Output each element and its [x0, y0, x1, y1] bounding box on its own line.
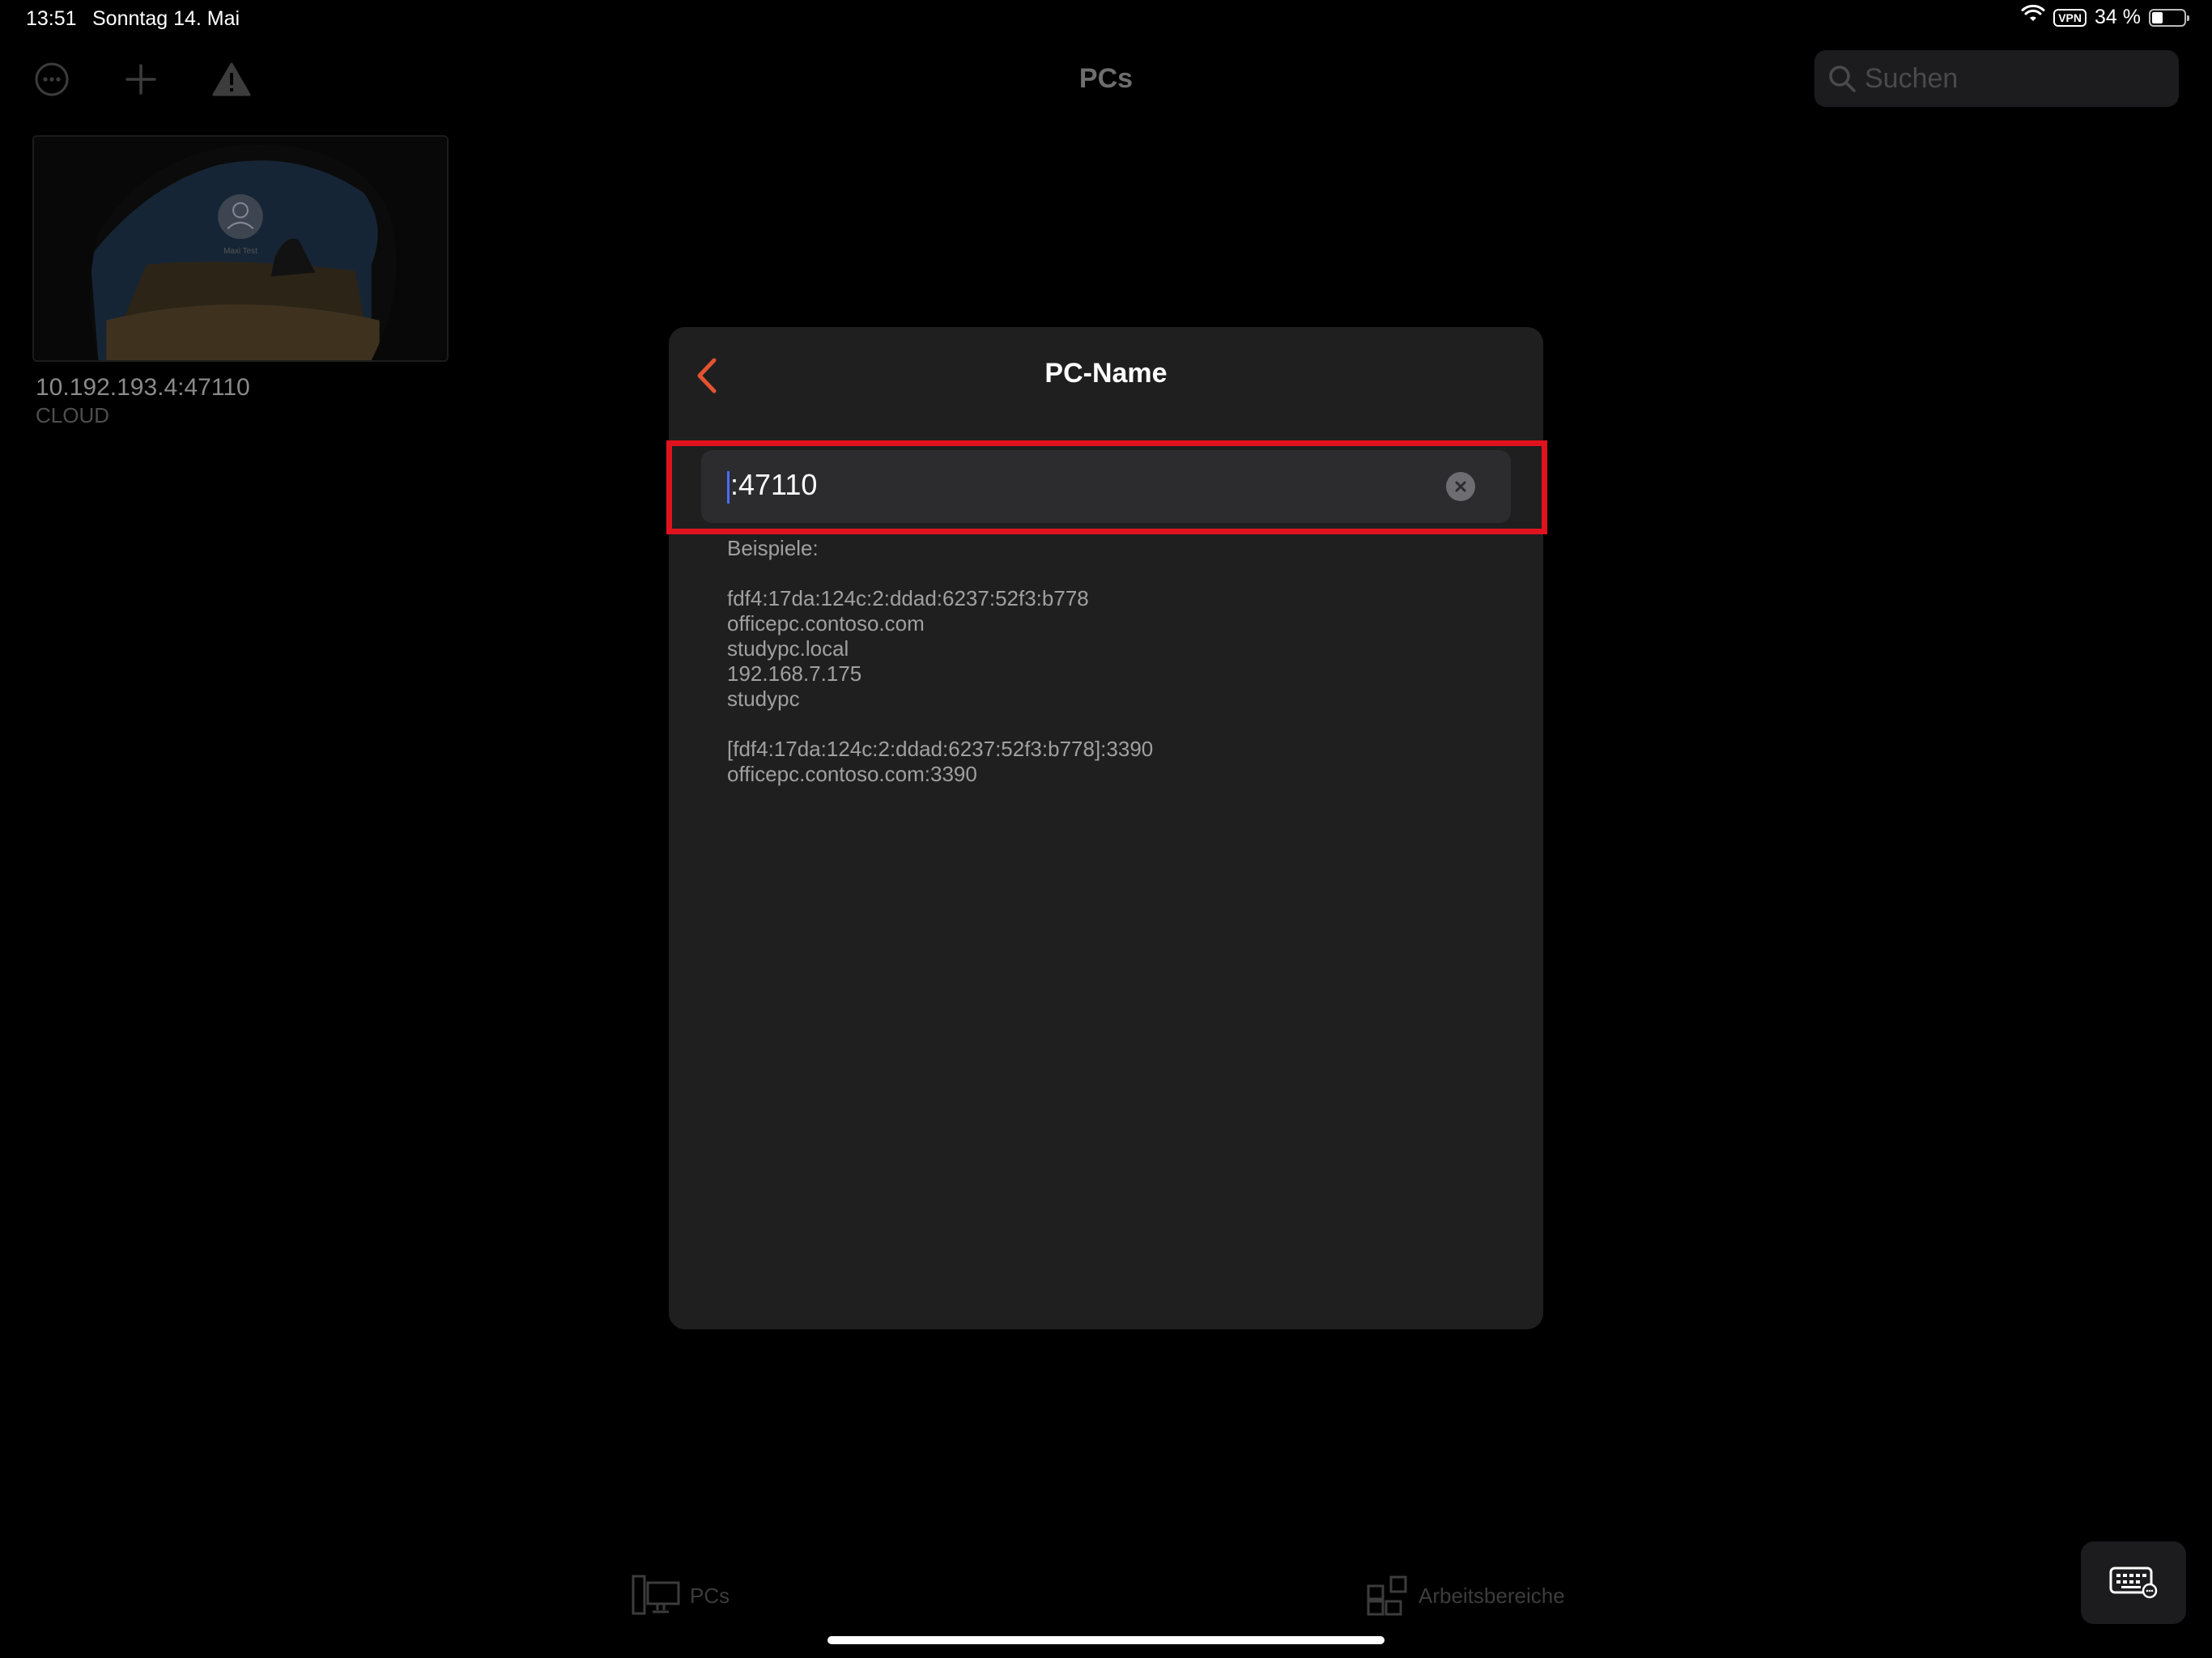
examples-heading: Beispiele:: [727, 536, 819, 560]
example-item: fdf4:17da:124c:2:ddad:6237:52f3:b778: [727, 586, 1089, 610]
tab-workspaces-label: Arbeitsbereiche: [1419, 1583, 1565, 1608]
clear-text-button[interactable]: [1446, 472, 1475, 501]
example-item: [fdf4:17da:124c:2:ddad:6237:52f3:b778]:3…: [727, 737, 1154, 761]
desktop-icon: [632, 1575, 680, 1617]
app-root: 13:51 Sonntag 14. Mai VPN 34 % PCs Suche…: [0, 0, 2212, 1658]
workspaces-icon: [1367, 1575, 1409, 1617]
pc-thumbnail: Maxi Test: [34, 137, 447, 360]
example-item: officepc.contoso.com: [727, 611, 925, 636]
pc-subtitle: CLOUD: [36, 403, 110, 427]
example-item: 192.168.7.175: [727, 661, 862, 686]
pc-name-dialog: PC-Name :47110 Beispiele: fdf4:17da:124c…: [669, 327, 1543, 1329]
dialog-title: PC-Name: [1044, 358, 1168, 389]
pc-name-field[interactable]: :47110: [701, 450, 1511, 523]
home-indicator[interactable]: [827, 1636, 1385, 1644]
keyboard-button[interactable]: [2081, 1541, 2186, 1624]
examples-block: Beispiele: fdf4:17da:124c:2:ddad:6237:52…: [727, 536, 1153, 787]
search-icon: [1827, 64, 1857, 93]
close-icon: [1453, 479, 1468, 494]
example-item: studypc.local: [727, 636, 849, 661]
search-field[interactable]: Suchen: [1814, 50, 2179, 107]
example-item: officepc.contoso.com:3390: [727, 762, 977, 786]
tab-pcs[interactable]: PCs: [632, 1575, 730, 1617]
text-cursor: [727, 471, 730, 504]
pc-name-input[interactable]: :47110: [730, 468, 817, 502]
pc-name[interactable]: 10.192.193.4:47110: [36, 374, 250, 402]
thumbnail-username: Maxi Test: [223, 247, 257, 256]
example-item: studypc: [727, 687, 800, 711]
tab-pcs-label: PCs: [690, 1583, 730, 1608]
tab-bar: PCs Arbeitsbereiche: [0, 1562, 2212, 1627]
navigation-bar: PCs Suchen: [0, 39, 2212, 120]
search-placeholder: Suchen: [1865, 62, 1959, 94]
pc-tile[interactable]: Maxi Test: [32, 135, 449, 362]
tab-workspaces[interactable]: Arbeitsbereiche: [1367, 1575, 1565, 1617]
keyboard-icon: [2109, 1567, 2158, 1599]
